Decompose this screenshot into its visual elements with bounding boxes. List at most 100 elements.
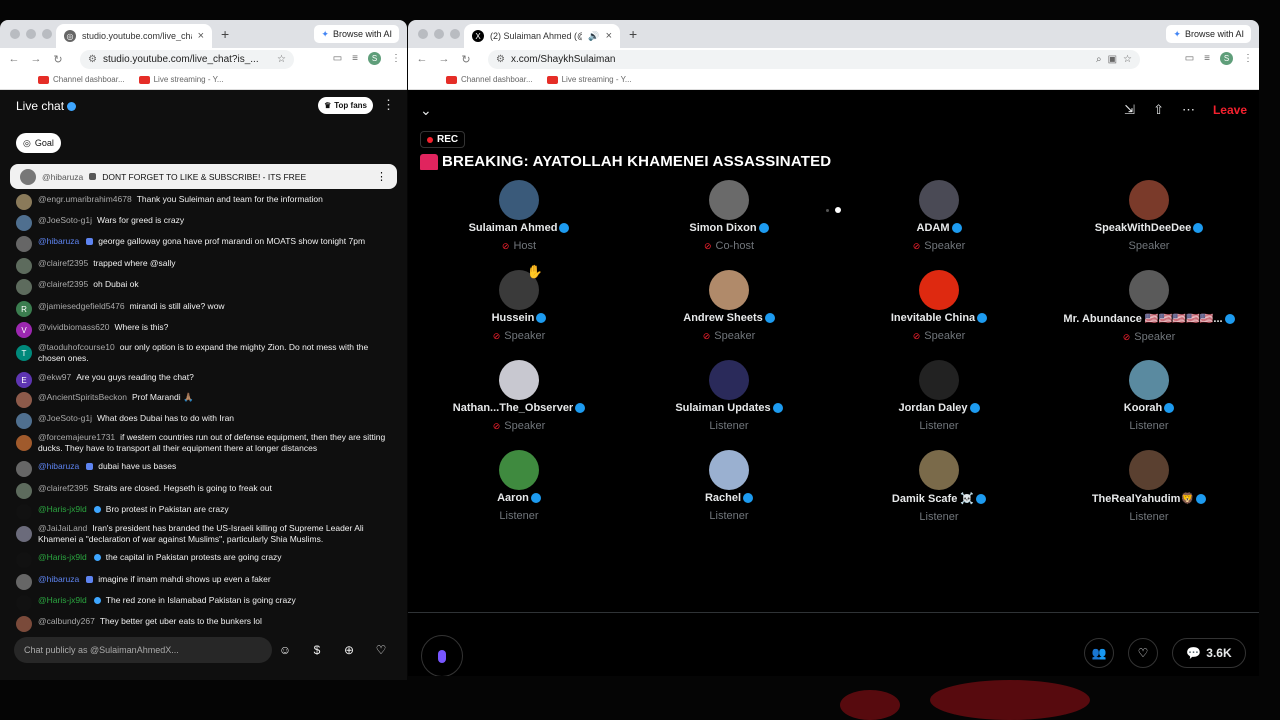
chat-author[interactable]: @JaiJaiLand [38,523,87,533]
chat-message[interactable]: @hibaruza george galloway gona have prof … [16,236,386,252]
chat-author[interactable]: @forcemajeure1731 [38,432,115,442]
participant[interactable]: ✋ Hussein ⊘ Speaker [419,264,619,342]
chat-message[interactable]: @engr.umaribrahim4678 Thank you Suleiman … [16,194,386,210]
participant[interactable]: Koorah Listener [1049,360,1249,432]
back-icon[interactable]: ← [411,53,433,65]
microphone-button[interactable] [421,635,463,676]
chat-author[interactable]: @Haris-jx9ld [38,595,87,605]
chat-message[interactable]: @clairef2395 Straits are closed. Hegseth … [16,483,386,499]
close-tab-icon[interactable]: × [606,30,612,42]
pinned-options-icon[interactable]: ⋮ [376,170,387,183]
window-controls[interactable] [418,29,460,39]
top-fans-button[interactable]: ♛ Top fans [318,97,373,114]
profile-avatar[interactable]: S [1220,52,1233,65]
forward-icon[interactable]: → [433,53,455,65]
participants-button[interactable]: 👥 [1084,638,1114,668]
bookmark-star-icon[interactable]: ☆ [277,54,286,65]
participant[interactable]: TheRealYahudim🦁 Listener [1049,450,1249,523]
chat-author[interactable]: @AncientSpiritsBeckon [38,392,127,402]
chat-author[interactable]: @clairef2395 [38,258,88,268]
reload-icon[interactable]: ↻ [455,53,477,66]
heart-icon[interactable]: ♡ [372,641,390,659]
sidebar-icon[interactable]: ▭ [333,53,342,64]
browse-with-ai-button[interactable]: ✦ Browse with AI [314,25,399,43]
chat-message[interactable]: @clairef2395 trapped where @sally [16,258,386,274]
menu-icon[interactable]: ⋮ [1243,53,1253,64]
leave-button[interactable]: Leave [1213,103,1247,117]
chat-message[interactable]: @forcemajeure1731 if western countries ru… [16,432,386,454]
chat-options-icon[interactable]: ⋮ [382,97,395,113]
pinned-message[interactable]: @hibaruza DONT FORGET TO LIKE & SUBSCRIB… [10,164,397,189]
chat-author[interactable]: @taoduhofcourse10 [38,342,115,352]
share-icon[interactable]: ⇧ [1153,102,1164,118]
profile-avatar[interactable]: S [368,52,381,65]
menu-icon[interactable]: ⋮ [391,53,401,64]
bookmark-channel-dashboard[interactable]: Channel dashboar... [446,75,533,84]
chat-message[interactable]: @hibaruza dubai have us bases [16,461,386,477]
chat-message[interactable]: @JaiJaiLand Iran's president has branded … [16,523,386,545]
participant[interactable]: Rachel Listener [629,450,829,522]
participant[interactable]: SpeakWithDeeDee Speaker [1049,180,1249,252]
chat-message[interactable]: @hibaruza imagine if imam mahdi shows up … [16,574,386,590]
participant[interactable]: Aaron Listener [419,450,619,522]
chat-message[interactable]: @Haris-jx9ld Bro protest in Pakistan are … [16,504,386,520]
goal-button[interactable]: ◎ Goal [16,133,61,153]
sidebar-icon[interactable]: ▭ [1185,53,1194,64]
participant[interactable]: ADAM ⊘ Speaker [839,180,1039,252]
more-icon[interactable]: ⋯ [1182,102,1195,118]
chat-message[interactable]: @JoeSoto-g1j Wars for greed is crazy [16,215,386,231]
collapse-chevron-icon[interactable]: ⌄ [420,102,432,119]
new-tab-icon[interactable]: + [629,26,637,42]
chat-author[interactable]: @ekw97 [38,372,71,382]
participant[interactable]: Andrew Sheets ⊘ Speaker [629,270,829,342]
participant[interactable]: Simon Dixon ⊘ Co-host [629,180,829,252]
chat-author[interactable]: @clairef2395 [38,483,88,493]
chat-author[interactable]: @calbundy267 [38,616,95,626]
chat-author[interactable]: @Haris-jx9ld [38,552,87,562]
forward-icon[interactable]: → [25,53,47,65]
chat-message[interactable]: @calbundy267 They better get uber eats to… [16,616,386,632]
chat-message[interactable]: @JoeSoto-g1j What does Dubai has to do wi… [16,413,386,429]
url-field[interactable]: ⚙ x.com/ShaykhSulaiman ⌕ ▣ ☆ [488,50,1140,69]
chat-input[interactable]: Chat publicly as @SulaimanAhmedX... [14,637,272,663]
chat-message[interactable]: @Haris-jx9ld the capital in Pakistan prot… [16,552,386,568]
listener-count-button[interactable]: 💬 3.6K [1172,638,1246,668]
bookmark-channel-dashboard[interactable]: Channel dashboar... [38,75,125,84]
window-controls[interactable] [10,29,52,39]
chat-author[interactable]: @JoeSoto-g1j [38,413,92,423]
speaker-icon[interactable]: 🔊 [588,31,599,42]
chat-author[interactable]: @engr.umaribrahim4678 [38,194,132,204]
participant[interactable]: Damik Scafe ☠️ Listener [839,450,1039,523]
extensions-icon[interactable]: ≡ [1204,53,1210,64]
chat-author[interactable]: @vividbiomass620 [38,322,109,332]
reactions-button[interactable]: ♡ [1128,638,1158,668]
zoom-icon[interactable]: ⌕ [1096,54,1102,65]
chat-message[interactable]: T @taoduhofcourse10 our only option is to … [16,342,386,364]
dock-icon[interactable]: ⇲ [1124,102,1135,118]
bookmark-live-streaming[interactable]: Live streaming - Y... [546,75,632,84]
reload-icon[interactable]: ↻ [47,53,69,66]
emoji-icon[interactable]: ☺ [276,641,294,659]
chat-message[interactable]: R @jamiesedgefield5476 mirandi is still al… [16,301,386,317]
participant[interactable]: Jordan Daley Listener [839,360,1039,432]
browser-tab[interactable]: X (2) Sulaiman Ahmed (@S 🔊 × [464,24,620,48]
bookmark-star-icon[interactable]: ☆ [1123,54,1132,65]
chat-author[interactable]: @hibaruza [38,461,79,471]
participant[interactable]: Sulaiman Updates Listener [629,360,829,432]
new-tab-icon[interactable]: + [221,26,229,42]
chat-author[interactable]: @JoeSoto-g1j [38,215,92,225]
chat-author[interactable]: @clairef2395 [38,279,88,289]
close-tab-icon[interactable]: × [198,30,204,42]
extensions-icon[interactable]: ≡ [352,53,358,64]
chat-message[interactable]: V @vividbiomass620 Where is this? [16,322,386,338]
participant[interactable]: Inevitable China ⊘ Speaker [839,270,1039,342]
add-icon[interactable]: ⊕ [340,641,358,659]
cast-icon[interactable]: ▣ [1108,54,1117,65]
participant[interactable]: Sulaiman Ahmed ⊘ Host [419,180,619,252]
super-chat-icon[interactable]: $ [308,641,326,659]
back-icon[interactable]: ← [3,53,25,65]
chat-message[interactable]: @clairef2395 oh Dubai ok [16,279,386,295]
browse-with-ai-button[interactable]: ✦ Browse with AI [1166,25,1251,43]
participant[interactable]: Mr. Abundance 🇺🇸🇺🇸🇺🇸🇺🇸🇺🇸... ⊘ Speaker [1049,270,1249,343]
chat-author[interactable]: @hibaruza [38,574,79,584]
